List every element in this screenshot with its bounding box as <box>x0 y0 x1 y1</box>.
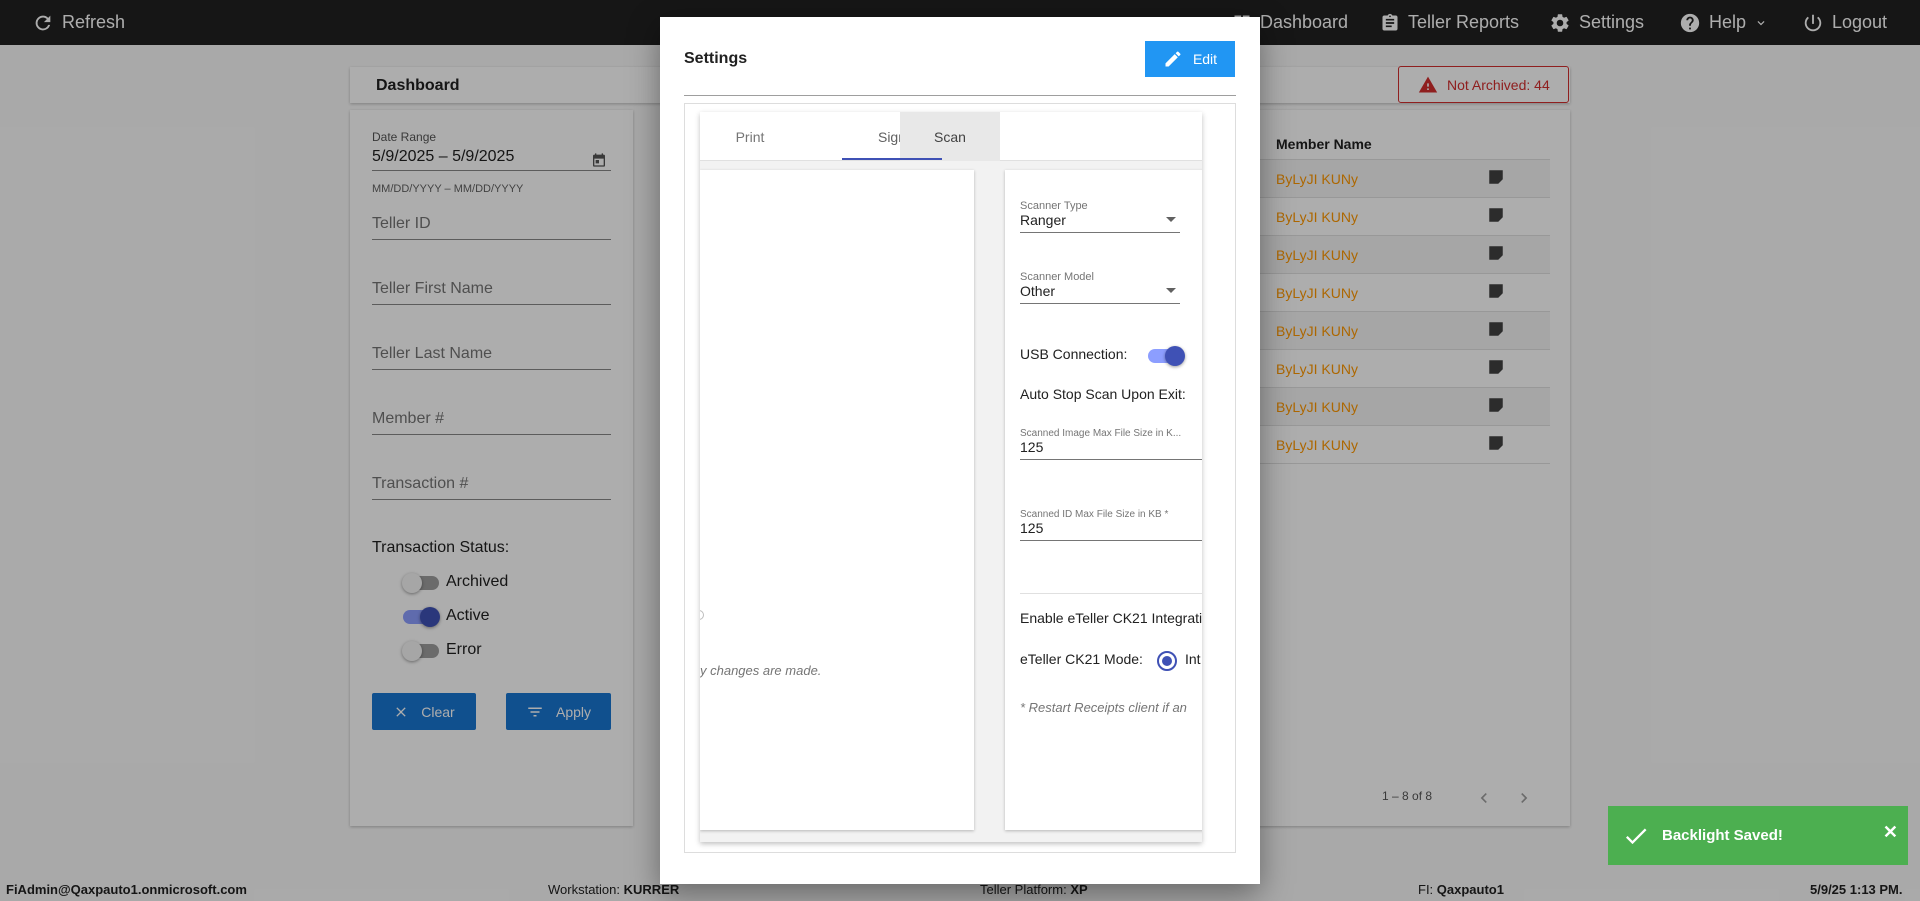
close-icon[interactable]: ✕ <box>1883 822 1898 843</box>
image-max-size-field[interactable]: Scanned Image Max File Size in K... 125 <box>1020 428 1202 460</box>
id-max-size-value: 125 <box>1020 520 1044 536</box>
settings-tabs: Print Sign Scan <box>700 112 1202 161</box>
enable-ck21-label: Enable eTeller CK21 Integrati <box>1020 610 1202 626</box>
usb-connection-label: USB Connection: <box>1020 346 1128 362</box>
scanner-model-value: Other <box>1020 283 1056 299</box>
settings-dialog: Settings Edit Print Sign Scan y changes … <box>660 17 1260 884</box>
tab-print[interactable]: Print <box>700 112 800 161</box>
divider <box>1020 593 1202 594</box>
toast-notification: Backlight Saved! ✕ <box>1608 806 1908 865</box>
scanner-model-label: Scanner Model <box>1020 271 1094 283</box>
scanner-model-select[interactable]: Scanner Model Other <box>1020 271 1180 304</box>
ck21-mode-radio[interactable] <box>1157 651 1177 671</box>
dropdown-arrow-icon <box>1166 288 1176 293</box>
ck21-mode-label: eTeller CK21 Mode: <box>1020 651 1143 667</box>
tab-scan[interactable]: Scan <box>900 112 1000 161</box>
image-max-size-value: 125 <box>1020 439 1044 455</box>
scanner-type-value: Ranger <box>1020 212 1066 228</box>
scanner-type-select[interactable]: Scanner Type Ranger <box>1020 200 1180 233</box>
tab-indicator <box>842 158 942 160</box>
radio-partial[interactable] <box>700 610 704 620</box>
settings-left-card: y changes are made. <box>700 170 974 830</box>
settings-tab-panel: Print Sign Scan y changes are made. Scan… <box>700 112 1202 842</box>
dialog-title: Settings <box>684 50 748 67</box>
check-icon <box>1625 828 1647 844</box>
id-max-size-field[interactable]: Scanned ID Max File Size in KB * 125 <box>1020 509 1202 541</box>
pencil-icon <box>1165 51 1181 67</box>
edit-label: Edit <box>1192 51 1218 67</box>
ck21-mode-option: Int <box>1185 651 1201 667</box>
changes-note: y changes are made. <box>700 663 822 678</box>
scan-settings-card: Scanner Type Ranger Scanner Model Other … <box>1005 170 1202 830</box>
dropdown-arrow-icon <box>1166 217 1176 222</box>
toast-message: Backlight Saved! <box>1662 827 1783 844</box>
id-max-size-label: Scanned ID Max File Size in KB * <box>1020 509 1169 520</box>
restart-note: * Restart Receipts client if an <box>1020 700 1187 715</box>
usb-connection-toggle[interactable] <box>1148 346 1185 366</box>
dialog-body: Print Sign Scan y changes are made. Scan… <box>684 103 1236 853</box>
image-max-size-label: Scanned Image Max File Size in K... <box>1020 428 1182 439</box>
auto-stop-label: Auto Stop Scan Upon Exit: <box>1020 386 1186 402</box>
scanner-type-label: Scanner Type <box>1020 200 1088 212</box>
edit-button[interactable]: Edit <box>1145 41 1235 77</box>
